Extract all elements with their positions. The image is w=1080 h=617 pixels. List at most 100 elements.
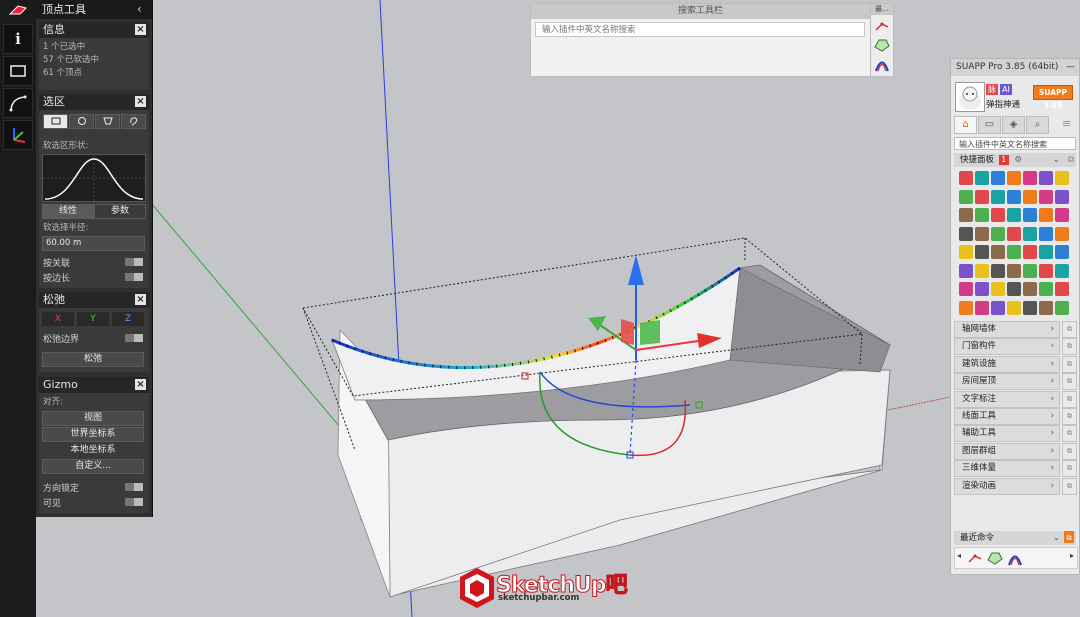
- plugin-tool-icon[interactable]: [1039, 263, 1053, 278]
- plugin-tool-icon[interactable]: [1039, 300, 1053, 315]
- plugin-tool-icon[interactable]: [1023, 263, 1037, 278]
- plugin-tool-icon[interactable]: [1007, 282, 1021, 296]
- plugin-tool-icon[interactable]: [975, 208, 989, 222]
- collapse-icon[interactable]: ‹: [137, 0, 149, 19]
- suapp-search-field[interactable]: 输入插件中英文名称搜索: [954, 137, 1076, 150]
- linear-button[interactable]: 线性: [42, 204, 94, 219]
- paint-tab-icon[interactable]: ◈: [1002, 116, 1025, 134]
- plugin-tool-icon[interactable]: [959, 300, 973, 315]
- plugin-tool-icon[interactable]: [975, 189, 989, 204]
- plugin-tool-icon[interactable]: [991, 245, 1005, 259]
- plugin-tool-icon[interactable]: [1055, 208, 1069, 222]
- category-item[interactable]: 辅助工具 ›: [954, 425, 1060, 443]
- plugin-tool-icon[interactable]: [975, 282, 989, 296]
- recent-arch-icon[interactable]: [1007, 550, 1023, 566]
- relax-x-button[interactable]: X: [42, 312, 74, 326]
- curve-tool-button[interactable]: [3, 88, 33, 118]
- plugin-tool-icon[interactable]: [959, 208, 973, 222]
- chevron-down-icon[interactable]: ⌄: [1053, 531, 1060, 545]
- radius-input[interactable]: 60.00 m: [42, 236, 145, 251]
- avatar[interactable]: [955, 82, 985, 112]
- relax-button[interactable]: 松弛: [42, 352, 144, 367]
- plugin-tool-icon[interactable]: [991, 226, 1005, 241]
- circle-select-button[interactable]: [69, 114, 94, 129]
- viewport[interactable]: [0, 0, 1080, 617]
- popout-icon[interactable]: ⧉: [1062, 373, 1077, 391]
- chevron-down-icon[interactable]: ⌄: [1053, 153, 1060, 167]
- version-badge[interactable]: SUAPP 3.85: [1033, 85, 1073, 110]
- plugin-tool-icon[interactable]: [1023, 245, 1037, 259]
- plugin-tool-icon[interactable]: [975, 226, 989, 241]
- vertex-tool-icon[interactable]: [874, 18, 890, 34]
- category-item[interactable]: 渲染动画 ›: [954, 477, 1060, 495]
- plugin-tool-icon[interactable]: [1007, 300, 1021, 315]
- plugin-tool-icon[interactable]: [1007, 189, 1021, 204]
- by-edge-toggle[interactable]: [125, 273, 143, 281]
- lasso-select-button[interactable]: [121, 114, 146, 129]
- category-item[interactable]: 门窗构件 ›: [954, 338, 1060, 356]
- axes-tool-button[interactable]: [3, 120, 33, 150]
- mesh-tool-icon[interactable]: [874, 37, 890, 53]
- plugin-tool-icon[interactable]: [1023, 189, 1037, 204]
- plugin-tool-icon[interactable]: [1023, 171, 1037, 185]
- align-custom-button[interactable]: 自定义...: [42, 459, 144, 474]
- align-view-button[interactable]: 视图: [42, 411, 144, 426]
- category-item[interactable]: 房间屋顶 ›: [954, 373, 1060, 391]
- recent-mesh-icon[interactable]: [987, 550, 1003, 566]
- close-icon[interactable]: ×: [135, 96, 146, 107]
- plugin-tool-icon[interactable]: [991, 300, 1005, 315]
- popout-icon[interactable]: ⧉: [1068, 153, 1074, 167]
- popout-icon[interactable]: ⧉: [1062, 390, 1077, 408]
- plugin-tool-icon[interactable]: [991, 263, 1005, 278]
- plugin-tool-icon[interactable]: [1055, 263, 1069, 278]
- rect-select-button[interactable]: [43, 114, 68, 129]
- popout-icon[interactable]: ⧉: [1062, 477, 1077, 495]
- list-menu-icon[interactable]: ≡: [1062, 116, 1075, 132]
- scroll-left-icon[interactable]: ◂: [957, 551, 961, 560]
- plugin-tool-icon[interactable]: [975, 300, 989, 315]
- plugin-tool-icon[interactable]: [991, 208, 1005, 222]
- popout-icon[interactable]: ⧉: [1062, 460, 1077, 478]
- ai-badge[interactable]: AI: [1000, 84, 1012, 95]
- close-icon[interactable]: ×: [135, 379, 146, 390]
- plugin-tool-icon[interactable]: [959, 226, 973, 241]
- popout-icon[interactable]: ⧉: [1062, 425, 1077, 443]
- plugin-tool-icon[interactable]: [959, 245, 973, 259]
- plugin-tool-icon[interactable]: [1055, 245, 1069, 259]
- plugin-tool-icon[interactable]: [1023, 282, 1037, 296]
- plugin-tool-icon[interactable]: [1039, 245, 1053, 259]
- plugin-tool-icon[interactable]: [1055, 171, 1069, 185]
- plugin-tool-icon[interactable]: [1039, 208, 1053, 222]
- rectangle-tool-button[interactable]: [3, 56, 33, 86]
- popout-icon[interactable]: ⧉: [1064, 531, 1074, 543]
- relax-y-button[interactable]: Y: [77, 312, 109, 326]
- plugin-tool-icon[interactable]: [959, 189, 973, 204]
- plugin-tool-icon[interactable]: [1039, 226, 1053, 241]
- plugin-tool-icon[interactable]: [1007, 226, 1021, 241]
- search-tab-icon[interactable]: ⌕: [1026, 116, 1049, 134]
- plugin-tool-icon[interactable]: [1007, 208, 1021, 222]
- plugin-tool-icon[interactable]: [1039, 171, 1053, 185]
- plugin-tool-icon[interactable]: [1023, 208, 1037, 222]
- category-item[interactable]: 三维体量 ›: [954, 460, 1060, 478]
- plugin-tool-icon[interactable]: [975, 171, 989, 185]
- recent-vertex-icon[interactable]: [967, 550, 983, 566]
- plugin-tool-icon[interactable]: [1023, 300, 1037, 315]
- plugin-tool-icon[interactable]: [1055, 226, 1069, 241]
- poly-select-button[interactable]: [95, 114, 120, 129]
- plugin-tool-icon[interactable]: [1007, 263, 1021, 278]
- popout-icon[interactable]: ⧉: [1062, 321, 1077, 338]
- plugin-tool-icon[interactable]: [1023, 226, 1037, 241]
- category-item[interactable]: 建筑设施 ›: [954, 355, 1060, 373]
- category-item[interactable]: 线面工具 ›: [954, 408, 1060, 425]
- plugin-tool-icon[interactable]: [975, 263, 989, 278]
- falloff-curve-graph[interactable]: [42, 154, 146, 202]
- category-item[interactable]: 图层群组 ›: [954, 442, 1060, 460]
- lock-direction-toggle[interactable]: [125, 483, 143, 491]
- visible-toggle[interactable]: [125, 498, 143, 506]
- quick-panel-header[interactable]: 快捷面板 1 ⚙ ⌄ ⧉: [954, 153, 1076, 167]
- plugin-tool-icon[interactable]: [1039, 189, 1053, 204]
- plugin-tool-icon[interactable]: [959, 263, 973, 278]
- relax-z-button[interactable]: Z: [112, 312, 144, 326]
- plugin-tool-icon[interactable]: [1007, 171, 1021, 185]
